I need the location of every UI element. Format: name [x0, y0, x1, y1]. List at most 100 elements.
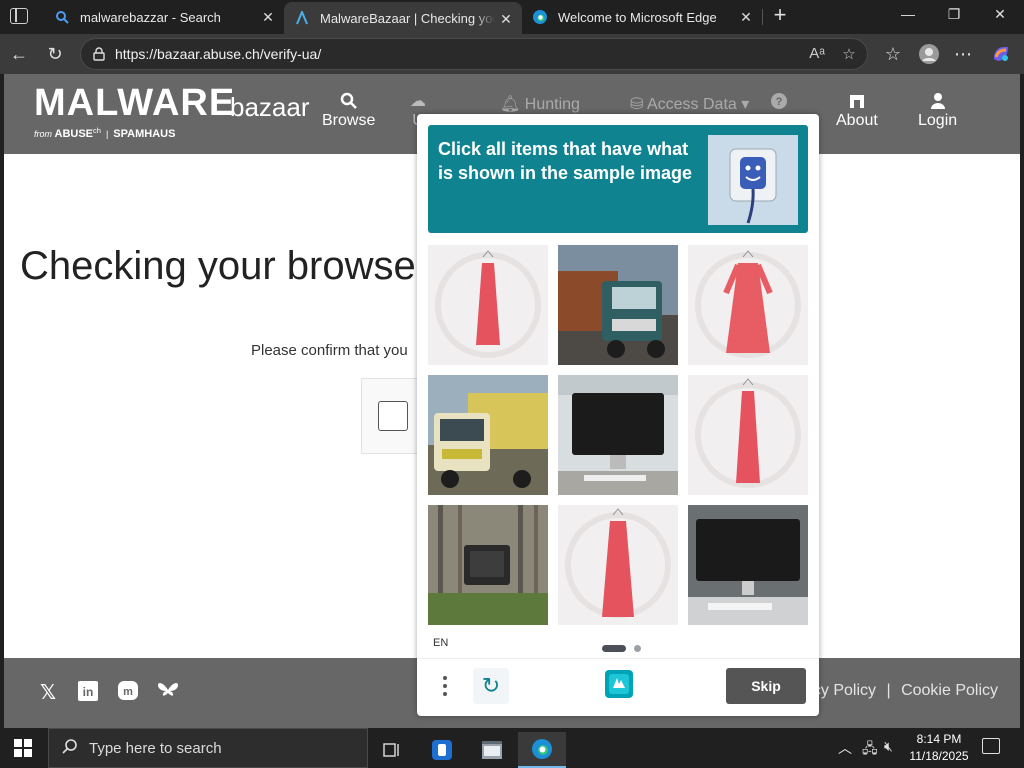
logo-from-abuse: from ABUSEch | SPAMHAUS	[34, 126, 176, 140]
site-info-icon[interactable]	[91, 46, 107, 62]
clock-time: 8:14 PM	[916, 732, 962, 746]
hcaptcha-logo-icon	[603, 668, 635, 700]
copilot-icon[interactable]	[990, 43, 1012, 65]
human-checkbox[interactable]	[378, 401, 408, 431]
hcaptcha-challenge: Click all items that have what is shown …	[417, 114, 819, 716]
linkedin-icon[interactable]: in	[76, 680, 100, 708]
windows-start-icon[interactable]	[14, 739, 32, 757]
edge-icon	[532, 9, 548, 25]
search-icon	[322, 92, 375, 112]
abuse-logo-icon	[294, 10, 310, 26]
close-tab-icon[interactable]: ✕	[738, 9, 754, 25]
language-selector[interactable]: EN	[433, 637, 448, 649]
building-icon	[836, 92, 878, 112]
close-tab-icon[interactable]: ✕	[260, 9, 276, 25]
new-tab-icon[interactable]: +	[770, 4, 790, 26]
nav-access-data[interactable]: ⛁ Access Data ▾	[630, 94, 749, 114]
nav-access-data-label: Access Data	[646, 96, 737, 113]
refresh-challenge-icon[interactable]: ↻	[473, 668, 509, 704]
grid-image-red-dress[interactable]	[688, 375, 808, 495]
close-tab-icon[interactable]: ✕	[498, 11, 514, 27]
grid-image-computer-monitor[interactable]	[558, 375, 678, 495]
more-menu-icon[interactable]: ⋯	[952, 43, 974, 65]
task-view-icon[interactable]	[368, 732, 416, 768]
taskbar-edge-icon[interactable]	[518, 732, 566, 768]
tab-malwarebazzar-search[interactable]: malwarebazzar - Search ✕	[44, 0, 284, 34]
address-toolbar: ← ↻ https://bazaar.abuse.ch/verify-ua/ A…	[0, 34, 1024, 74]
windows-taskbar: Type here to search ︿ 🖧︎ 🔇︎ 8:14 PM 11/1…	[0, 728, 1024, 768]
read-aloud-icon[interactable]: Aᵃ	[807, 45, 827, 62]
confirm-text: Please confirm that you	[251, 342, 408, 359]
help-icon[interactable]: ?	[770, 92, 788, 115]
footer-divider	[417, 658, 819, 659]
volume-muted-icon[interactable]: 🔇︎	[884, 738, 893, 755]
sample-image-power-outlet	[708, 135, 798, 225]
challenge-pagination	[602, 640, 642, 658]
grid-image-red-dress[interactable]	[428, 245, 548, 365]
mastodon-icon[interactable]: m	[116, 680, 140, 708]
grid-image-computer-monitor[interactable]	[688, 505, 808, 625]
tab-strip: malwarebazzar - Search ✕ MalwareBazaar |…	[0, 0, 1024, 34]
nav-browse-label: Browse	[322, 112, 376, 129]
nav-hunting-label: Hunting	[524, 96, 580, 113]
tab-malwarebazaar-checking[interactable]: MalwareBazaar | Checking your browser ✕	[284, 2, 522, 34]
tab-actions-icon[interactable]	[10, 8, 28, 24]
bluesky-icon[interactable]	[156, 680, 180, 708]
page-indicator-active	[602, 645, 626, 653]
tab-title: Welcome to Microsoft Edge	[558, 9, 717, 25]
svg-text:?: ?	[776, 96, 783, 108]
search-icon	[54, 9, 70, 25]
taskbar-app-blue-icon[interactable]	[418, 732, 466, 768]
footer-links: acy Policy | Cookie Policy	[804, 682, 998, 700]
grid-image-crt-tv-in-forest[interactable]	[428, 505, 548, 625]
logo-bazaar[interactable]: bazaar	[230, 92, 310, 123]
logo-malware[interactable]: MALWARE	[34, 82, 235, 125]
svg-text:m: m	[123, 686, 133, 698]
address-bar[interactable]: https://bazaar.abuse.ch/verify-ua/ Aᵃ ☆	[80, 38, 868, 70]
profile-avatar[interactable]	[918, 43, 940, 65]
notifications-icon[interactable]	[982, 738, 1000, 754]
grid-image-truck-teal[interactable]	[558, 245, 678, 365]
abuse-sup: ch	[93, 126, 101, 135]
network-icon[interactable]: 🖧︎	[862, 738, 878, 762]
taskbar-search-box[interactable]: Type here to search	[48, 728, 368, 768]
challenge-header: Click all items that have what is shown …	[428, 125, 808, 233]
more-options-icon[interactable]	[435, 672, 455, 700]
caret-down-icon: ▾	[741, 96, 750, 113]
grid-image-red-dress[interactable]	[558, 505, 678, 625]
taskbar-app-window-icon[interactable]	[468, 732, 516, 768]
svg-text:in: in	[83, 685, 94, 699]
nav-login-label: Login	[918, 112, 958, 129]
nav-about[interactable]: About	[836, 92, 878, 130]
back-icon[interactable]: ←	[8, 43, 30, 65]
page-title: Checking your browse	[20, 244, 416, 288]
restore-icon[interactable]: ❐	[942, 6, 966, 26]
system-clock[interactable]: 8:14 PM 11/18/2025	[906, 731, 972, 765]
tab-title: MalwareBazaar | Checking your browser	[320, 10, 495, 26]
page-indicator	[634, 645, 642, 653]
nav-hunting[interactable]: 🔔︎ Hunting	[500, 94, 580, 114]
close-window-icon[interactable]: ✕	[988, 6, 1012, 26]
tab-welcome-edge[interactable]: Welcome to Microsoft Edge ✕	[522, 0, 762, 34]
logo-from-text: from	[34, 129, 52, 139]
database-icon: ⛁	[630, 96, 644, 113]
skip-button[interactable]: Skip	[726, 668, 806, 704]
nav-login[interactable]: Login	[918, 92, 957, 130]
tab-separator	[762, 9, 763, 25]
bell-icon: 🔔︎	[500, 96, 521, 113]
abuse-text: ABUSE	[54, 128, 94, 140]
favorite-star-icon[interactable]: ☆	[839, 45, 859, 63]
refresh-icon[interactable]: ↻	[44, 43, 66, 65]
footer-separator: |	[886, 682, 891, 699]
spamhaus-text: SPAMHAUS	[113, 128, 176, 140]
x-icon[interactable]: 𝕏	[36, 680, 60, 705]
grid-image-truck-yellow[interactable]	[428, 375, 548, 495]
cloud-upload-icon: ☁	[410, 93, 426, 110]
url-text: https://bazaar.abuse.ch/verify-ua/	[115, 46, 322, 62]
nav-browse[interactable]: Browse	[322, 92, 375, 130]
minimize-icon[interactable]: —	[896, 6, 920, 26]
grid-image-red-dress[interactable]	[688, 245, 808, 365]
cookie-policy-link[interactable]: Cookie Policy	[901, 682, 998, 699]
show-hidden-icons-chevron-up-icon[interactable]: ︿	[838, 738, 852, 758]
favorites-icon[interactable]: ☆	[882, 43, 904, 65]
